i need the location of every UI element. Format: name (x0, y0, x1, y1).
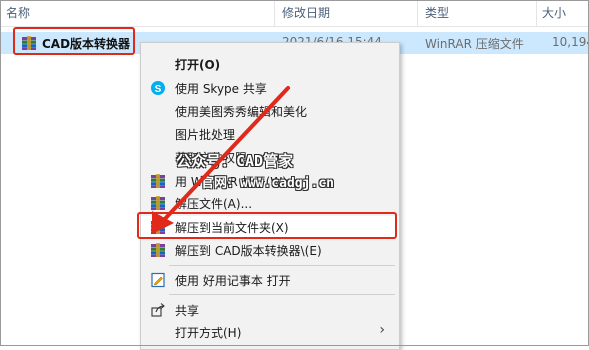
winrar-icon (151, 174, 165, 188)
column-header: ⌃ 名称 修改日期 类型 大小 (0, 0, 589, 27)
menu-item-label: 共享 (175, 304, 200, 318)
svg-text:S: S (155, 84, 162, 95)
menu-item-share[interactable]: 共享 (141, 299, 399, 321)
sort-caret-icon: ⌃ (140, 0, 148, 7)
menu-item-label: 使用 Skype 共享 (175, 82, 267, 96)
extract-here-highlight-box (137, 212, 397, 239)
menu-item-meitu-edit[interactable]: 使用美图秀秀编辑和美化 (141, 100, 399, 122)
column-header-date[interactable]: 修改日期 (282, 4, 330, 21)
menu-item-open[interactable]: 打开(O) (141, 53, 399, 75)
menu-item-label: 解压文件(A)... (175, 197, 253, 211)
watermark-line1: 公众号：CAD管家 (176, 152, 294, 170)
file-name-highlight-box (13, 27, 135, 55)
chevron-right-icon: › (379, 322, 385, 338)
winrar-icon (151, 243, 165, 257)
menu-separator (169, 265, 395, 266)
column-header-type[interactable]: 类型 (425, 4, 449, 21)
file-size: 10,194 (552, 35, 589, 49)
menu-separator (169, 294, 395, 295)
menu-item-label: 使用美图秀秀编辑和美化 (175, 105, 308, 119)
context-menu: 打开(O) S 使用 Skype 共享 使用美图秀秀编辑和美化 图片批处理 获取… (140, 42, 400, 350)
skype-icon: S (151, 81, 165, 95)
menu-item-extract-files[interactable]: 解压文件(A)... (141, 192, 399, 214)
menu-item-label: 打开方式(H) (175, 326, 242, 340)
column-divider[interactable] (274, 0, 275, 26)
column-header-size[interactable]: 大小 (542, 4, 566, 21)
menu-item-extract-to-folder[interactable]: 解压到 CAD版本转换器\(E) (141, 239, 399, 261)
menu-item-label: 使用 好用记事本 打开 (175, 274, 291, 288)
menu-item-batch-images[interactable]: 图片批处理 (141, 123, 399, 145)
menu-item-label: 图片批处理 (175, 128, 236, 142)
column-divider[interactable] (536, 0, 537, 26)
menu-item-open-with-notepad[interactable]: 使用 好用记事本 打开 (141, 269, 399, 291)
share-icon (151, 303, 165, 317)
column-header-name[interactable]: 名称 (6, 4, 30, 21)
watermark-line2: 官网：www.cadgj.cn (201, 176, 334, 191)
menu-item-label: 打开(O) (175, 58, 221, 72)
file-type: WinRAR 压缩文件 (425, 37, 524, 51)
menu-item-label: 解压到 CAD版本转换器\(E) (175, 244, 322, 258)
winrar-icon (151, 196, 165, 210)
menu-item-open-with[interactable]: 打开方式(H) › (141, 321, 399, 343)
notepad-icon (151, 272, 165, 288)
menu-item-skype-share[interactable]: S 使用 Skype 共享 (141, 77, 399, 99)
column-divider[interactable] (417, 0, 418, 26)
